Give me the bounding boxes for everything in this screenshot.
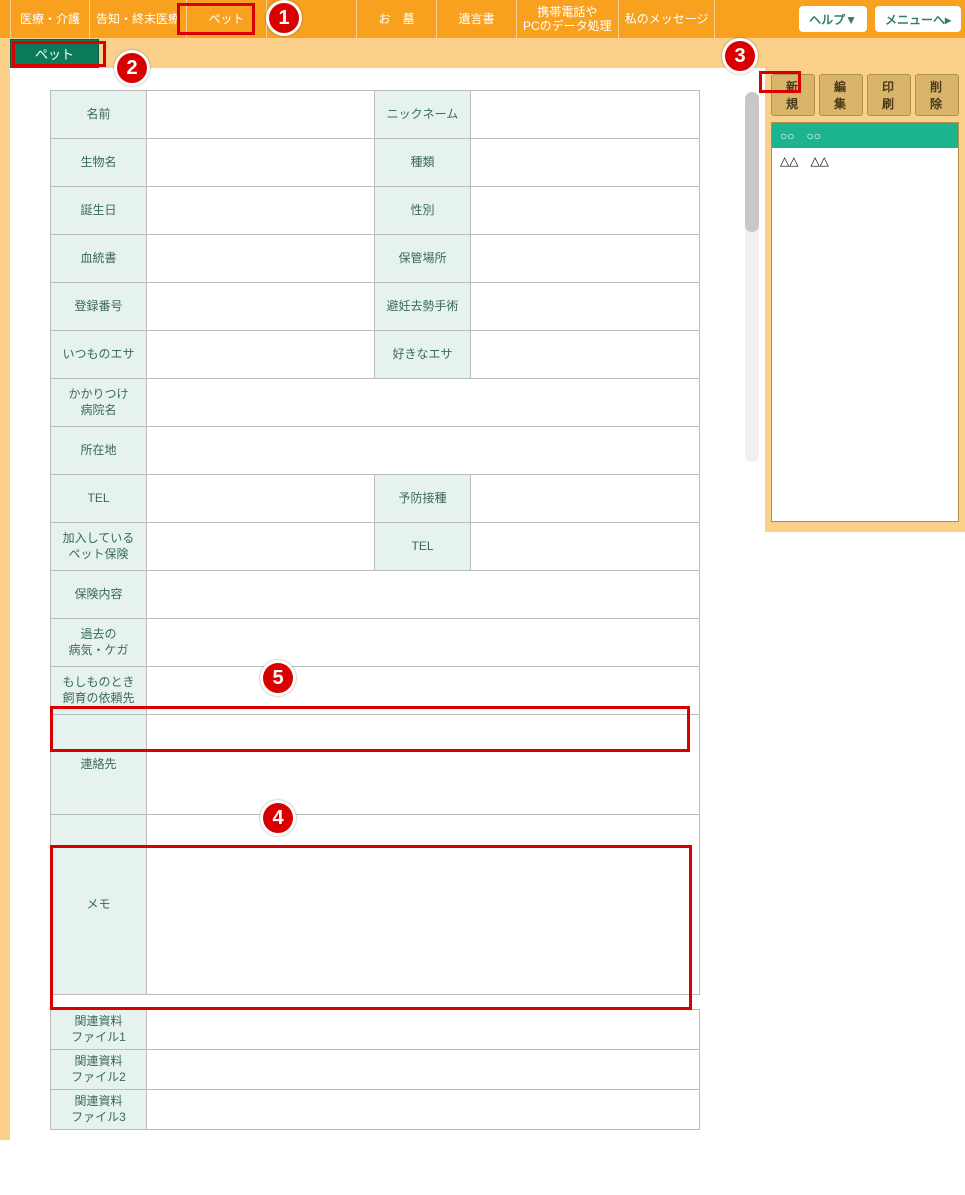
label-address: 所在地	[51, 427, 147, 475]
label-sex: 性別	[375, 187, 471, 235]
label-insurance: 加入している ペット保険	[51, 523, 147, 571]
value-birthday[interactable]	[147, 187, 375, 235]
label-ins-content: 保険内容	[51, 571, 147, 619]
label-regno: 登録番号	[51, 283, 147, 331]
value-name[interactable]	[147, 91, 375, 139]
label-species: 生物名	[51, 139, 147, 187]
label-nickname: ニックネーム	[375, 91, 471, 139]
value-tel[interactable]	[147, 475, 375, 523]
label-vaccine: 予防接種	[375, 475, 471, 523]
value-favfood[interactable]	[471, 331, 700, 379]
value-ins-content[interactable]	[147, 571, 700, 619]
callout-5: 5	[260, 660, 296, 696]
value-contact[interactable]	[147, 715, 700, 815]
list-item[interactable]: ○○ ○○	[772, 123, 958, 148]
scrollbar[interactable]	[745, 92, 759, 462]
label-storage: 保管場所	[375, 235, 471, 283]
right-panel: 新規 編集 印刷 削除 ○○ ○○ △△ △△	[765, 68, 965, 532]
label-pedigree: 血統書	[51, 235, 147, 283]
label-birthday: 誕生日	[51, 187, 147, 235]
value-emergency-caretaker[interactable]	[147, 667, 700, 715]
label-file1: 関連資料 ファイル1	[51, 1010, 147, 1050]
tab-grave[interactable]: お 墓	[357, 0, 437, 38]
value-address[interactable]	[147, 427, 700, 475]
scrollbar-thumb[interactable]	[745, 92, 759, 232]
value-storage[interactable]	[471, 235, 700, 283]
value-ins-tel[interactable]	[471, 523, 700, 571]
new-button[interactable]: 新規	[771, 74, 815, 116]
label-name: 名前	[51, 91, 147, 139]
value-type[interactable]	[471, 139, 700, 187]
value-food[interactable]	[147, 331, 375, 379]
value-memo[interactable]	[147, 815, 700, 995]
content: 名前ニックネーム 生物名種類 誕生日性別 血統書保管場所 登録番号避妊去勢手術 …	[0, 68, 965, 1140]
label-favfood: 好きなエサ	[375, 331, 471, 379]
tab-mymessage[interactable]: 私のメッセージ	[619, 0, 716, 38]
help-button[interactable]: ヘルプ▼	[799, 6, 867, 32]
subtab-pet[interactable]: ペット	[10, 39, 99, 68]
value-vaccine[interactable]	[471, 475, 700, 523]
list-item[interactable]: △△ △△	[772, 148, 958, 173]
value-insurance[interactable]	[147, 523, 375, 571]
delete-button[interactable]: 削除	[915, 74, 959, 116]
file-table: 関連資料 ファイル1 関連資料 ファイル2 関連資料 ファイル3	[50, 1009, 700, 1130]
label-tel: TEL	[51, 475, 147, 523]
label-hospital: かかりつけ 病院名	[51, 379, 147, 427]
value-nickname[interactable]	[471, 91, 700, 139]
label-file2: 関連資料 ファイル2	[51, 1050, 147, 1090]
value-sex[interactable]	[471, 187, 700, 235]
label-emergency-caretaker: もしものとき 飼育の依頼先	[51, 667, 147, 715]
label-contact: 連絡先	[51, 715, 147, 815]
value-file2[interactable]	[147, 1050, 700, 1090]
label-type: 種類	[375, 139, 471, 187]
callout-3: 3	[722, 38, 758, 74]
label-neuter: 避妊去勢手術	[375, 283, 471, 331]
callout-2: 2	[114, 50, 150, 86]
label-food: いつものエサ	[51, 331, 147, 379]
tab-phone-pc[interactable]: 携帯電話や PCのデータ処理	[517, 0, 619, 38]
tab-pet[interactable]: ペット	[187, 0, 267, 38]
tab-notice[interactable]: 告知・終末医療	[90, 0, 187, 38]
pet-form-table: 名前ニックネーム 生物名種類 誕生日性別 血統書保管場所 登録番号避妊去勢手術 …	[50, 90, 700, 995]
tab-will[interactable]: 遺言書	[437, 0, 517, 38]
edit-button[interactable]: 編集	[819, 74, 863, 116]
label-past-illness: 過去の 病気・ケガ	[51, 619, 147, 667]
label-ins-tel: TEL	[375, 523, 471, 571]
value-past-illness[interactable]	[147, 619, 700, 667]
callout-4: 4	[260, 800, 296, 836]
value-regno[interactable]	[147, 283, 375, 331]
value-pedigree[interactable]	[147, 235, 375, 283]
value-file1[interactable]	[147, 1010, 700, 1050]
topbar: 医療・介護 告知・終末医療 ペット お 墓 遺言書 携帯電話や PCのデータ処理…	[0, 0, 965, 38]
main-form-area: 名前ニックネーム 生物名種類 誕生日性別 血統書保管場所 登録番号避妊去勢手術 …	[10, 68, 765, 1140]
value-hospital[interactable]	[147, 379, 700, 427]
print-button[interactable]: 印刷	[867, 74, 911, 116]
record-list[interactable]: ○○ ○○ △△ △△	[771, 122, 959, 522]
label-file3: 関連資料 ファイル3	[51, 1090, 147, 1130]
menu-button[interactable]: メニューへ▸	[875, 6, 961, 32]
tab-medical[interactable]: 医療・介護	[10, 0, 90, 38]
value-species[interactable]	[147, 139, 375, 187]
value-neuter[interactable]	[471, 283, 700, 331]
label-memo: メモ	[51, 815, 147, 995]
value-file3[interactable]	[147, 1090, 700, 1130]
callout-1: 1	[266, 0, 302, 36]
